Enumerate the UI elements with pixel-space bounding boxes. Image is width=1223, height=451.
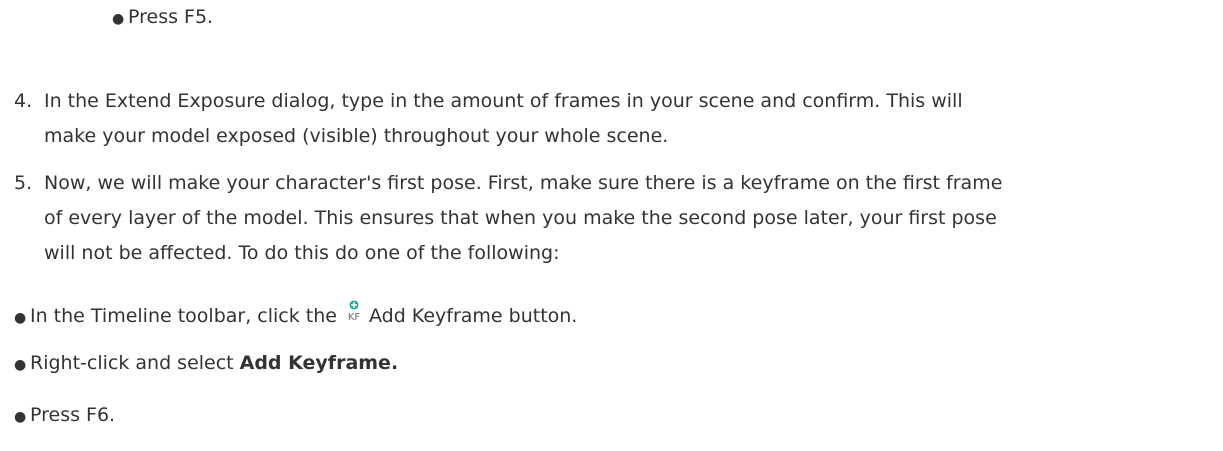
step-number: 4.: [14, 90, 33, 112]
list-item-press-f6: ● Press F6.: [14, 404, 115, 426]
bullet-icon: ●: [14, 409, 27, 425]
list-item-timeline-toolbar: ● In the Timeline toolbar, click the KF …: [14, 300, 577, 327]
document-page: ● Press F5. 4. In the Extend Exposure di…: [0, 0, 1223, 451]
add-keyframe-icon[interactable]: KF: [343, 300, 365, 323]
bullet-icon: ●: [14, 310, 27, 326]
list-item-right-click: ● Right-click and select Add Keyframe.: [14, 352, 398, 374]
step-text-line: will not be affected. To do this do one …: [44, 242, 560, 264]
list-item-text: Right-click and select: [30, 352, 234, 374]
list-item-text: In the Timeline toolbar, click the: [30, 305, 337, 327]
list-item-text: Press F5.: [128, 6, 214, 28]
step-text-line: In the Extend Exposure dialog, type in t…: [44, 90, 963, 112]
menu-command-name: Add Keyframe.: [239, 352, 399, 374]
bullet-icon: ●: [112, 11, 125, 27]
list-item-text: Press F6.: [30, 404, 116, 426]
list-item-press-f5: ● Press F5.: [112, 6, 213, 28]
svg-text:KF: KF: [348, 312, 361, 322]
step-number: 5.: [14, 172, 33, 194]
step-text-line: Now, we will make your character's first…: [44, 172, 1003, 194]
bullet-icon: ●: [14, 357, 27, 373]
step-text-line: of every layer of the model. This ensure…: [44, 207, 997, 229]
step-text-line: make your model exposed (visible) throug…: [44, 125, 669, 147]
list-item-text: Add Keyframe button.: [368, 305, 578, 327]
